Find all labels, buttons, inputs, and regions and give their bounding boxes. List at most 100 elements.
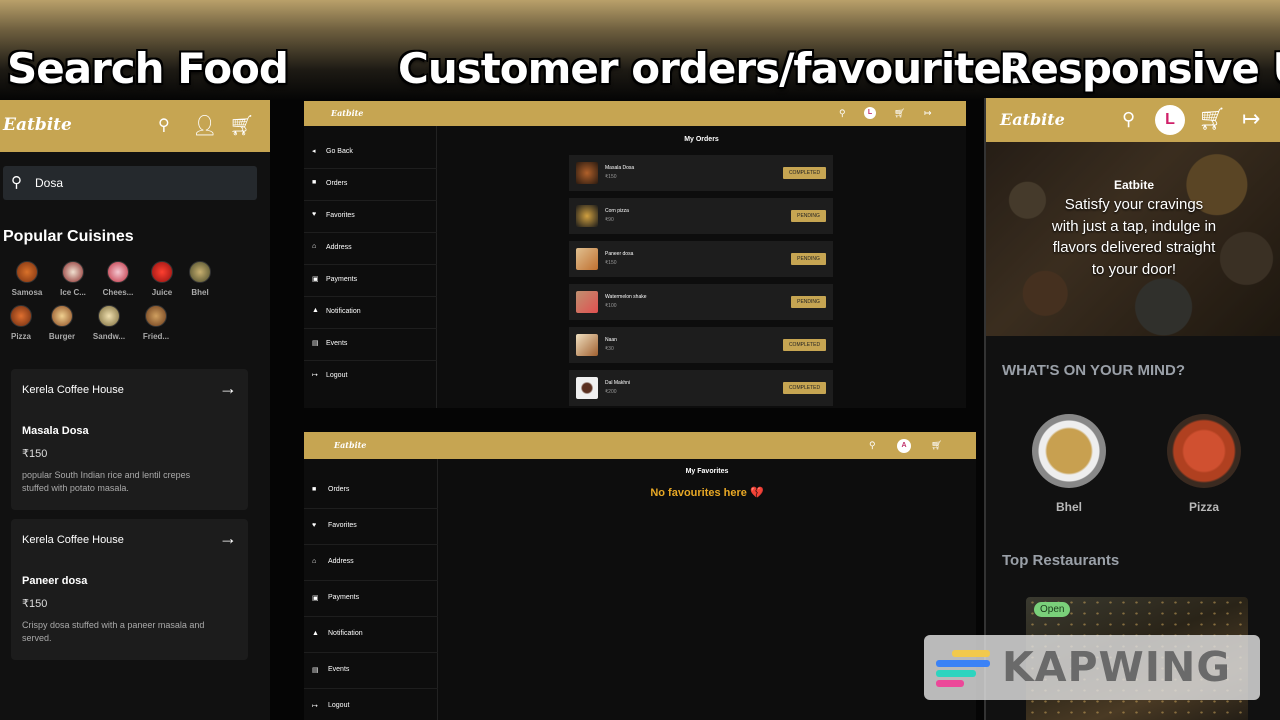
dish-name: Masala Dosa (22, 425, 89, 437)
search-input[interactable]: ⚲ Dosa (3, 166, 257, 200)
heart-icon: ♥ (312, 211, 317, 218)
sidebar-item-label: Favorites (326, 212, 355, 219)
order-item[interactable]: Masala Dosa ₹150 COMPLETED (569, 155, 833, 191)
order-name: Dal Makhni (605, 380, 631, 386)
order-image (576, 291, 598, 313)
sidebar-item-label: Address (328, 558, 354, 565)
cart-icon[interactable]: 🛒︎ (894, 107, 905, 119)
arrow-right-icon[interactable]: → (219, 528, 237, 549)
cuisine-item[interactable]: Samosa (8, 261, 46, 297)
avatar[interactable]: L (1155, 105, 1185, 135)
cuisine-label: Bhel (191, 288, 209, 297)
dish-card[interactable]: Kerela Coffee House → Paneer dosa ₹150 C… (11, 519, 248, 660)
cuisine-item[interactable]: Sandw... (90, 305, 128, 341)
kapwing-logo-icon (936, 650, 990, 687)
sidebar-item-logout[interactable]: ↦ Logout (304, 689, 438, 720)
dish-card[interactable]: Kerela Coffee House → Masala Dosa ₹150 p… (11, 369, 248, 510)
brand-logo[interactable]: Eatbite (334, 440, 366, 450)
page-title: My Orders (684, 136, 719, 143)
sidebar-item-address[interactable]: ⌂ Address (304, 233, 437, 265)
cuisine-item[interactable]: Chees... (99, 261, 137, 297)
order-item[interactable]: Watermelon shake ₹100 PENDING (569, 284, 833, 320)
order-item[interactable]: Dal Makhni ₹200 COMPLETED (569, 370, 833, 406)
mind-item-label: Pizza (1188, 500, 1219, 514)
sidebar-item-label: Events (328, 666, 350, 673)
cuisine-item[interactable]: Fried... (137, 305, 175, 341)
heading-orders: Customer orders/favourites (398, 44, 1026, 93)
arrow-right-icon[interactable]: → (219, 378, 237, 399)
logout-icon[interactable]: ↦ (924, 107, 932, 119)
sidebar-item-favorites[interactable]: ♥ Favorites (304, 201, 437, 233)
sidebar-item-label: Notification (326, 308, 361, 315)
sidebar-item-favorites[interactable]: ♥ Favorites (304, 509, 438, 545)
avatar[interactable]: A (897, 439, 911, 453)
cuisine-item[interactable]: Bhel (181, 261, 219, 297)
top-navbar: Eatbite ⚲ L 🛒︎ ↦ (986, 98, 1280, 142)
sidebar-item-notification[interactable]: ▲ Notification (304, 297, 437, 329)
cuisine-label: Ice C... (60, 288, 86, 297)
sidebar-item-label: Payments (326, 276, 358, 283)
order-item[interactable]: Paneer dosa ₹150 PENDING (569, 241, 833, 277)
order-image (576, 162, 598, 184)
sidebar-item-notification[interactable]: ▲ Notification (304, 617, 438, 653)
mind-item-pizza[interactable]: Pizza (1164, 414, 1244, 514)
cart-icon[interactable]: 🛒︎ (1198, 106, 1226, 132)
sidebar-item-label: Go Back (326, 148, 353, 155)
order-name: Paneer dosa (605, 251, 634, 257)
bhel-image (1032, 414, 1106, 488)
sidebar-item-label: Favorites (328, 522, 357, 529)
search-icon[interactable]: ⚲ (869, 439, 876, 451)
top-navbar: Eatbite ⚲ A 🛒︎ (304, 432, 976, 459)
cuisine-item[interactable]: Burger (43, 305, 81, 341)
logout-icon: ↦ (312, 372, 318, 379)
user-icon[interactable]: 👤︎ (192, 114, 217, 138)
sidebar: ◂ Go Back ■ Orders ♥ Favorites ⌂ Address… (304, 126, 437, 408)
sidebar-item-orders[interactable]: ■ Orders (304, 169, 437, 201)
dish-name: Paneer dosa (22, 575, 88, 587)
cuisine-item[interactable]: Ice C... (54, 261, 92, 297)
cuisine-label: Fried... (142, 332, 170, 341)
dish-price: ₹150 (22, 598, 48, 610)
order-image (576, 377, 598, 399)
cuisine-label: Chees... (102, 288, 134, 297)
top-navbar: Eatbite ⚲ 👤︎ 🛒︎ (0, 100, 270, 152)
dish-description: Crispy dosa stuffed with a paneer masala… (22, 620, 205, 643)
sidebar-item-events[interactable]: ▤ Events (304, 653, 438, 689)
dish-description: popular South Indian rice and lentil cre… (22, 470, 191, 493)
search-icon[interactable]: ⚲ (1122, 106, 1135, 132)
empty-state-message: No favourites here 💔 (650, 487, 764, 499)
order-name: Watermelon shake (605, 294, 647, 300)
pizza-image (1167, 414, 1241, 488)
order-item[interactable]: Corn pizza ₹90 PENDING (569, 198, 833, 234)
search-icon[interactable]: ⚲ (839, 107, 846, 119)
brand-logo[interactable]: Eatbite (3, 115, 72, 135)
cuisine-label: Sandw... (92, 332, 126, 341)
cuisine-item[interactable]: Juice (143, 261, 181, 297)
sidebar-item-go-back[interactable]: ◂ Go Back (304, 137, 437, 169)
sidebar-item-orders[interactable]: ■ Orders (304, 473, 438, 509)
status-badge: PENDING (791, 253, 826, 265)
search-icon[interactable]: ⚲ (158, 114, 170, 138)
order-name: Masala Dosa (605, 165, 635, 171)
sidebar: ■ Orders ♥ Favorites ⌂ Address ▣ Payment… (304, 459, 438, 720)
brand-logo[interactable]: Eatbite (331, 108, 363, 118)
mind-item-bhel[interactable]: Bhel (1029, 414, 1109, 514)
order-price: ₹30 (605, 346, 614, 352)
sidebar-item-events[interactable]: ▤ Events (304, 329, 437, 361)
sidebar-item-label: Orders (328, 486, 350, 493)
order-item[interactable]: Naan ₹30 COMPLETED (569, 327, 833, 363)
brand-logo[interactable]: Eatbite (1000, 110, 1065, 129)
status-badge: COMPLETED (783, 167, 826, 179)
sidebar-item-address[interactable]: ⌂ Address (304, 545, 438, 581)
logout-icon[interactable]: ↦ (1242, 106, 1260, 132)
sidebar-item-logout[interactable]: ↦ Logout (304, 361, 437, 393)
sidebar-item-payments[interactable]: ▣ Payments (304, 265, 437, 297)
cuisine-label: Juice (151, 288, 173, 297)
sidebar-item-payments[interactable]: ▣ Payments (304, 581, 438, 617)
order-price: ₹200 (605, 389, 617, 395)
home-icon: ⌂ (312, 243, 317, 250)
cart-icon[interactable]: 🛒︎ (931, 439, 942, 451)
cuisine-item[interactable]: Pizza (2, 305, 40, 341)
cart-icon[interactable]: 🛒︎ (229, 114, 254, 138)
avatar[interactable]: L (864, 107, 876, 119)
